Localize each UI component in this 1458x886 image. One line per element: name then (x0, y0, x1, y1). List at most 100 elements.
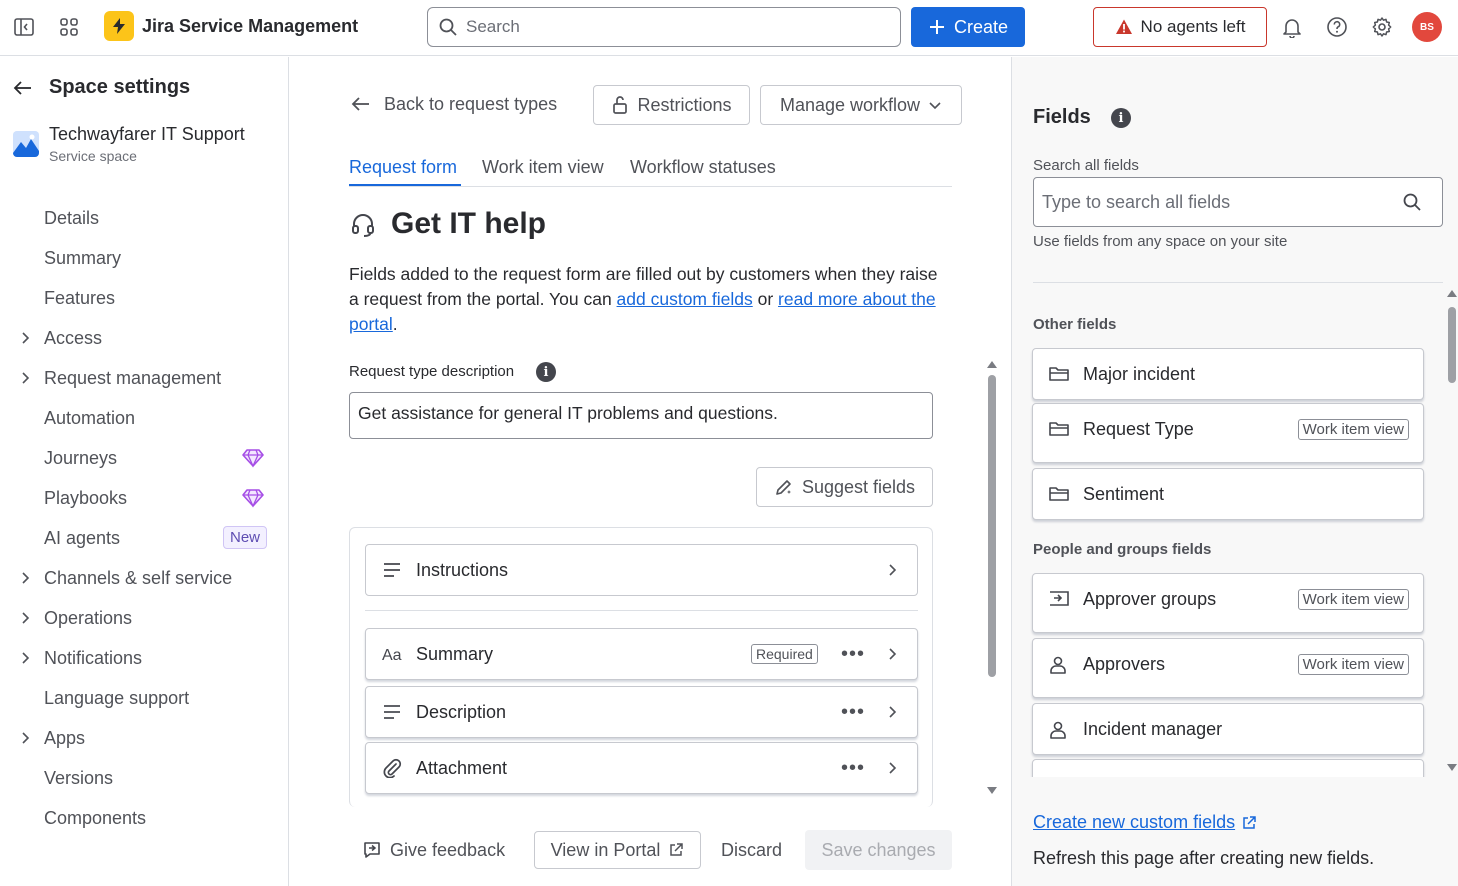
app-name[interactable]: Jira Service Management (142, 16, 358, 37)
nav-item-request-management[interactable]: Request management (0, 358, 288, 398)
request-type-description-field[interactable]: Get assistance for general IT problems a… (349, 392, 933, 439)
view-in-portal-label: View in Portal (550, 839, 661, 860)
nav-item-label: Channels & self service (44, 567, 233, 588)
nav-item-label: Operations (44, 607, 133, 628)
chevron-right-icon (889, 564, 897, 576)
more-actions-icon[interactable]: ••• (841, 643, 865, 666)
nav-item-notifications[interactable]: Notifications (0, 638, 288, 678)
nav-item-journeys[interactable]: Journeys (0, 438, 288, 478)
global-search[interactable] (427, 7, 901, 47)
search-input[interactable] (466, 17, 866, 37)
create-button-label: Create (953, 16, 1009, 37)
warning-icon (1115, 19, 1132, 34)
folder-icon (1049, 487, 1069, 501)
app-switcher-icon[interactable] (53, 11, 85, 43)
nav-item-features[interactable]: Features (0, 278, 288, 318)
give-feedback-button[interactable]: Give feedback (362, 831, 505, 869)
intro-text: . (392, 314, 398, 334)
suggest-fields-button[interactable]: Suggest fields (756, 467, 933, 507)
available-field-sentiment[interactable]: Sentiment (1032, 468, 1424, 520)
settings-gear-icon[interactable] (1366, 11, 1398, 43)
chevron-right-icon (22, 572, 30, 584)
nav-item-label: Summary (44, 247, 122, 268)
lines-icon (384, 563, 400, 577)
fields-search-box[interactable] (1033, 177, 1443, 227)
jira-service-management-logo[interactable] (104, 11, 134, 41)
create-button[interactable]: Create (911, 7, 1025, 47)
unlock-icon (613, 96, 628, 114)
restrictions-button[interactable]: Restrictions (593, 85, 750, 125)
info-icon[interactable]: i (1111, 108, 1131, 128)
folder-icon (1049, 367, 1069, 381)
nav-item-label: Features (44, 287, 116, 308)
nav-item-operations[interactable]: Operations (0, 598, 288, 638)
nav-item-apps[interactable]: Apps (0, 718, 288, 758)
available-field-approvers[interactable]: Approvers Work item view (1032, 638, 1424, 698)
nav-item-access[interactable]: Access (0, 318, 288, 358)
chevron-right-icon (889, 762, 897, 774)
nav-item-components[interactable]: Components (0, 798, 288, 838)
nav-item-channels-self-service[interactable]: Channels & self service (0, 558, 288, 598)
svg-text:Aa: Aa (382, 647, 402, 664)
form-field-description[interactable]: Description ••• (365, 686, 918, 738)
form-field-instructions[interactable]: Instructions (365, 544, 918, 596)
add-custom-fields-link[interactable]: add custom fields (617, 289, 753, 309)
form-field-attachment[interactable]: Attachment ••• (365, 742, 918, 794)
nav-item-language-support[interactable]: Language support (0, 678, 288, 718)
more-actions-icon[interactable]: ••• (841, 757, 865, 780)
available-field-approver-groups[interactable]: Approver groups Work item view (1032, 573, 1424, 633)
more-actions-icon[interactable]: ••• (841, 701, 865, 724)
available-field-partial[interactable] (1032, 759, 1424, 777)
text-icon: Aa (382, 647, 402, 664)
back-arrow-icon[interactable] (12, 77, 34, 99)
field-name: Sentiment (1083, 484, 1165, 504)
work-item-view-tag: Work item view (1297, 419, 1409, 440)
available-field-incident-manager[interactable]: Incident manager (1032, 703, 1424, 755)
sidebar-toggle-icon[interactable] (8, 11, 40, 43)
edit-sparkle-icon (776, 480, 791, 495)
help-icon[interactable] (1321, 11, 1353, 43)
user-avatar[interactable]: BS (1412, 12, 1442, 42)
available-field-major-incident[interactable]: Major incident (1032, 348, 1424, 400)
nav-item-automation[interactable]: Automation (0, 398, 288, 438)
fields-search-input[interactable] (1042, 191, 1402, 213)
work-item-view-tag: Work item view (1297, 654, 1409, 675)
view-in-portal-button[interactable]: View in Portal (534, 831, 701, 869)
person-icon (1050, 721, 1066, 739)
nav-item-details[interactable]: Details (0, 198, 288, 238)
space-type: Service space (49, 148, 137, 164)
nav-item-versions[interactable]: Versions (0, 758, 288, 798)
chevron-right-icon (22, 612, 30, 624)
field-name: Incident manager (1083, 719, 1223, 739)
feedback-icon (364, 842, 380, 858)
nav-item-playbooks[interactable]: Playbooks (0, 478, 288, 518)
fields-list-scrollbar[interactable] (1446, 287, 1458, 777)
tab-request-form[interactable]: Request form (349, 157, 457, 178)
info-icon[interactable]: i (536, 362, 556, 382)
manage-workflow-dropdown[interactable]: Manage workflow (760, 85, 962, 125)
nav-item-label: Components (44, 807, 147, 828)
nav-item-label: Notifications (44, 647, 143, 668)
tab-work-item-view[interactable]: Work item view (482, 157, 604, 178)
no-agents-left-button[interactable]: No agents left (1093, 7, 1267, 47)
nav-item-summary[interactable]: Summary (0, 238, 288, 278)
field-name: Attachment (416, 758, 508, 778)
discard-label: Discard (721, 839, 783, 860)
form-scrollbar[interactable] (986, 360, 998, 795)
available-field-request-type[interactable]: Request Type Work item view (1032, 403, 1424, 463)
nav-item-label: Versions (44, 767, 114, 788)
search-icon (1403, 193, 1421, 211)
discard-button[interactable]: Discard (721, 831, 782, 869)
paperclip-icon (383, 758, 402, 778)
refresh-note: Refresh this page after creating new fie… (1033, 848, 1375, 868)
back-to-request-types-link[interactable]: Back to request types (350, 93, 557, 115)
save-changes-button[interactable]: Save changes (805, 830, 952, 870)
tab-workflow-statuses[interactable]: Workflow statuses (630, 157, 776, 178)
field-name: Summary (416, 644, 494, 664)
space-settings-title: Space settings (49, 76, 191, 98)
notifications-bell-icon[interactable] (1276, 11, 1308, 43)
nav-item-ai-agents[interactable]: AI agents New (0, 518, 288, 558)
create-new-custom-fields-link[interactable]: Create new custom fields (1033, 812, 1257, 833)
gem-icon (242, 449, 264, 468)
form-field-summary[interactable]: Aa Summary Required ••• (365, 628, 918, 680)
